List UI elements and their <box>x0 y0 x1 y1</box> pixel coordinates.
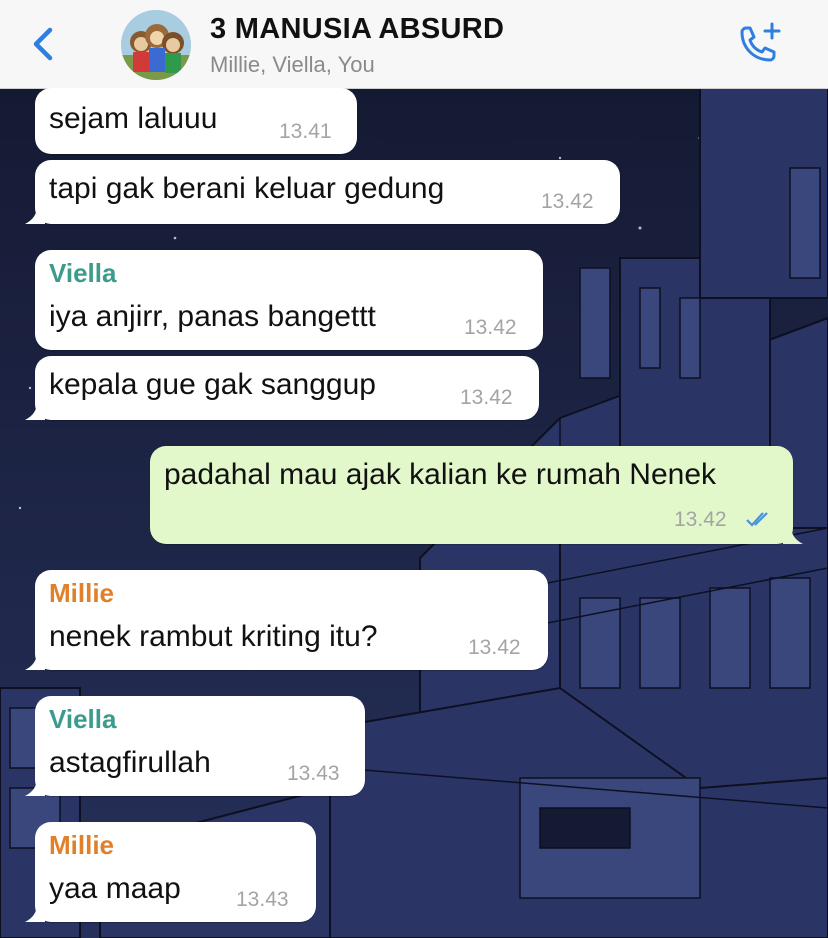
sender-name[interactable]: Millie <box>49 578 114 609</box>
message-bubble-incoming[interactable]: tapi gak berani keluar gedung 13.42 <box>25 160 620 224</box>
bubble-tail <box>25 778 45 796</box>
phone-add-icon[interactable] <box>732 20 782 70</box>
message-time: 13.43 <box>287 762 340 785</box>
chat-participants[interactable]: Millie, Viella, You <box>210 52 375 78</box>
message-text: iya anjirr, panas bangettt <box>49 300 376 333</box>
bubble-tail <box>783 526 803 544</box>
read-receipt-icon <box>746 512 768 527</box>
message-text: astagfirullah <box>49 746 211 779</box>
message-text: padahal mau ajak kalian ke rumah Nenek <box>164 458 716 491</box>
message-text: kepala gue gak sanggup <box>49 368 376 401</box>
message-time: 13.43 <box>236 888 289 911</box>
sender-name[interactable]: Viella <box>49 258 116 289</box>
group-avatar[interactable] <box>121 10 191 80</box>
chat-title[interactable]: 3 MANUSIA ABSURD <box>210 13 504 46</box>
message-time: 13.42 <box>674 508 727 531</box>
chevron-left-icon[interactable] <box>22 22 66 66</box>
message-time: 13.42 <box>464 316 517 339</box>
message-text: nenek rambut kriting itu? <box>49 620 378 653</box>
message-bubble-incoming[interactable]: Viella iya anjirr, panas bangettt 13.42 <box>35 250 543 350</box>
message-bubble-incoming[interactable]: kepala gue gak sanggup 13.42 <box>25 356 539 420</box>
message-bubble-incoming[interactable]: sejam laluuu 13.41 <box>35 88 357 154</box>
bubble-tail <box>25 402 45 420</box>
message-bubble-outgoing[interactable]: padahal mau ajak kalian ke rumah Nenek 1… <box>150 446 803 544</box>
bubble-tail <box>25 206 45 224</box>
message-bubble-incoming[interactable]: Millie nenek rambut kriting itu? 13.42 <box>25 570 548 670</box>
message-bubble-incoming[interactable]: Viella astagfirullah 13.43 <box>25 696 365 796</box>
message-time: 13.42 <box>468 636 521 659</box>
message-time: 13.42 <box>541 190 594 213</box>
message-text: yaa maap <box>49 872 181 905</box>
chat-header: 3 MANUSIA ABSURD Millie, Viella, You <box>0 0 828 89</box>
message-text: sejam laluuu <box>49 102 218 135</box>
bubble-tail <box>25 652 45 670</box>
sender-name[interactable]: Viella <box>49 704 116 735</box>
message-bubble-incoming[interactable]: Millie yaa maap 13.43 <box>25 822 316 922</box>
sender-name[interactable]: Millie <box>49 830 114 861</box>
message-time: 13.42 <box>460 386 513 409</box>
message-time: 13.41 <box>279 120 332 143</box>
bubble-tail <box>25 904 45 922</box>
message-text: tapi gak berani keluar gedung <box>49 172 445 205</box>
